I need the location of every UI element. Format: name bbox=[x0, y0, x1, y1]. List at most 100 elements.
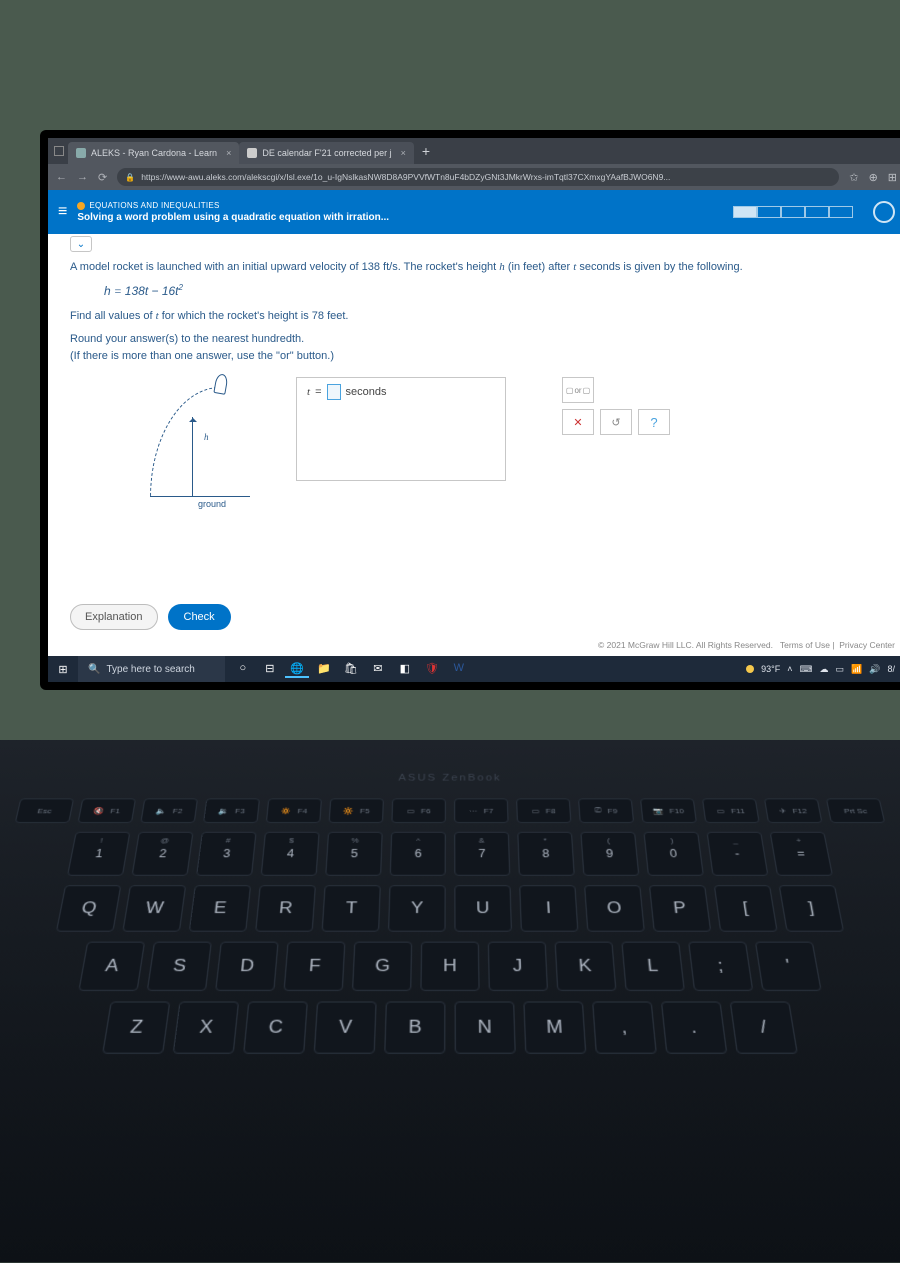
keyboard-key[interactable]: ⋯F7 bbox=[454, 798, 508, 822]
tab-calendar[interactable]: DE calendar F'21 corrected per j × bbox=[239, 142, 414, 164]
volume-icon[interactable]: 🔊 bbox=[869, 664, 880, 675]
word-icon[interactable]: W bbox=[447, 660, 471, 678]
taskbar-search[interactable]: 🔍 Type here to search bbox=[78, 656, 225, 682]
new-tab-button[interactable]: + bbox=[414, 143, 438, 159]
keyboard-key[interactable]: L bbox=[621, 942, 685, 991]
favorites-icon[interactable]: ✩ bbox=[849, 171, 858, 184]
keyboard-key[interactable]: (9 bbox=[580, 832, 639, 876]
keyboard-key[interactable]: / bbox=[730, 1001, 798, 1053]
keyboard-key[interactable]: ; bbox=[688, 942, 753, 991]
keyboard-key[interactable]: 🔈F2 bbox=[140, 798, 198, 822]
close-tab-icon[interactable]: × bbox=[401, 148, 406, 158]
answer-input[interactable] bbox=[327, 384, 341, 400]
forward-icon[interactable]: → bbox=[77, 171, 88, 183]
keyboard-icon[interactable]: ⌨ bbox=[800, 664, 813, 675]
keyboard-key[interactable]: S bbox=[147, 942, 212, 991]
keyboard-key[interactable]: H bbox=[420, 942, 479, 991]
keyboard-key[interactable]: ' bbox=[755, 942, 822, 991]
help-button[interactable]: ? bbox=[638, 409, 670, 435]
back-icon[interactable]: ← bbox=[56, 171, 67, 183]
keyboard-key[interactable]: P bbox=[649, 885, 711, 931]
keyboard-key[interactable]: W bbox=[122, 885, 186, 931]
or-tool-button[interactable]: ▢or▢ bbox=[562, 377, 594, 403]
keyboard-key[interactable]: 🔇F1 bbox=[77, 798, 136, 822]
keyboard-key[interactable]: $4 bbox=[261, 832, 320, 876]
tray-chevron-icon[interactable]: ˄ bbox=[787, 664, 792, 674]
keyboard-key[interactable]: Prt Sc bbox=[826, 798, 885, 822]
cortana-icon[interactable]: ⊟ bbox=[258, 660, 282, 678]
clock[interactable]: 8/ bbox=[887, 664, 895, 674]
keyboard-key[interactable]: M bbox=[523, 1001, 586, 1053]
keyboard-key[interactable]: . bbox=[661, 1001, 727, 1053]
keyboard-key[interactable]: K bbox=[555, 942, 617, 991]
edge-icon[interactable]: 🌐 bbox=[285, 660, 309, 678]
pie-progress-icon[interactable] bbox=[873, 201, 895, 223]
keyboard-key[interactable]: , bbox=[592, 1001, 657, 1053]
keyboard-key[interactable]: 🔉F3 bbox=[203, 798, 260, 822]
window-control-icon[interactable] bbox=[54, 146, 64, 156]
keyboard-key[interactable]: ▭F6 bbox=[391, 798, 445, 822]
terms-link[interactable]: Terms of Use bbox=[780, 640, 830, 650]
keyboard-key[interactable]: ⎚F9 bbox=[578, 798, 634, 822]
battery-icon[interactable]: ▭ bbox=[836, 664, 845, 675]
keyboard-key[interactable]: @2 bbox=[132, 832, 194, 876]
start-button[interactable]: ⊞ bbox=[48, 663, 78, 676]
keyboard-key[interactable]: 🔆F5 bbox=[329, 798, 384, 822]
keyboard-key[interactable]: G bbox=[352, 942, 412, 991]
keyboard-key[interactable]: B bbox=[384, 1001, 445, 1053]
keyboard-key[interactable]: )0 bbox=[643, 832, 703, 876]
collections-icon[interactable]: ⊕ bbox=[869, 171, 878, 184]
collapse-button[interactable]: ⌄ bbox=[70, 236, 92, 252]
keyboard-key[interactable]: F bbox=[284, 942, 346, 991]
keyboard-key[interactable]: U bbox=[454, 885, 512, 931]
cloud-icon[interactable]: ☁ bbox=[820, 664, 829, 675]
keyboard-key[interactable]: O bbox=[584, 885, 645, 931]
url-field[interactable]: 🔒 https://www-awu.aleks.com/alekscgi/x/I… bbox=[117, 168, 839, 186]
keyboard-key[interactable]: Q bbox=[56, 885, 121, 931]
keyboard-key[interactable]: _- bbox=[707, 832, 769, 876]
keyboard-key[interactable]: 📷F10 bbox=[640, 798, 697, 822]
keyboard-key[interactable]: ✈F12 bbox=[764, 798, 823, 822]
keyboard-key[interactable]: %5 bbox=[325, 832, 383, 876]
keyboard-key[interactable]: += bbox=[770, 832, 833, 876]
keyboard-key[interactable]: X bbox=[173, 1001, 239, 1053]
keyboard-key[interactable]: 🔅F4 bbox=[266, 798, 322, 822]
keyboard-key[interactable]: !1 bbox=[67, 832, 130, 876]
task-view-icon[interactable]: ○ bbox=[231, 660, 255, 678]
keyboard-key[interactable]: *8 bbox=[517, 832, 575, 876]
extensions-icon[interactable]: ⊞ bbox=[888, 171, 897, 184]
mcafee-icon[interactable]: 🛡 bbox=[420, 660, 444, 678]
refresh-icon[interactable]: ⟳ bbox=[98, 171, 107, 184]
app-icon[interactable]: ◧ bbox=[393, 660, 417, 678]
keyboard-key[interactable]: ] bbox=[779, 885, 844, 931]
menu-icon[interactable]: ≡ bbox=[58, 203, 67, 221]
clear-button[interactable]: ✕ bbox=[562, 409, 594, 435]
keyboard-key[interactable]: Esc bbox=[15, 798, 74, 822]
keyboard-key[interactable]: N bbox=[455, 1001, 516, 1053]
check-button[interactable]: Check bbox=[168, 604, 231, 630]
keyboard-key[interactable]: T bbox=[322, 885, 381, 931]
keyboard-key[interactable]: Z bbox=[102, 1001, 170, 1053]
keyboard-key[interactable]: A bbox=[78, 942, 145, 991]
keyboard-key[interactable]: ▭F11 bbox=[702, 798, 760, 822]
mail-icon[interactable]: ✉ bbox=[366, 660, 390, 678]
explorer-icon[interactable]: 📁 bbox=[312, 660, 336, 678]
keyboard-key[interactable]: ^6 bbox=[390, 832, 446, 876]
keyboard-key[interactable]: I bbox=[519, 885, 578, 931]
reset-button[interactable]: ↺ bbox=[600, 409, 632, 435]
keyboard-key[interactable]: C bbox=[243, 1001, 308, 1053]
tab-aleks[interactable]: ALEKS - Ryan Cardona - Learn × bbox=[68, 142, 239, 164]
keyboard-key[interactable]: #3 bbox=[196, 832, 256, 876]
keyboard-key[interactable]: D bbox=[215, 942, 279, 991]
keyboard-key[interactable]: R bbox=[255, 885, 316, 931]
weather-temp[interactable]: 93°F bbox=[761, 664, 780, 674]
keyboard-key[interactable]: &7 bbox=[454, 832, 510, 876]
privacy-link[interactable]: Privacy Center bbox=[839, 640, 895, 650]
keyboard-key[interactable]: J bbox=[488, 942, 548, 991]
explanation-button[interactable]: Explanation bbox=[70, 604, 158, 630]
keyboard-key[interactable]: ▭F8 bbox=[516, 798, 571, 822]
store-icon[interactable]: 🛍 bbox=[339, 660, 363, 678]
keyboard-key[interactable]: [ bbox=[714, 885, 778, 931]
keyboard-key[interactable]: E bbox=[189, 885, 251, 931]
wifi-icon[interactable]: 📶 bbox=[851, 664, 862, 675]
